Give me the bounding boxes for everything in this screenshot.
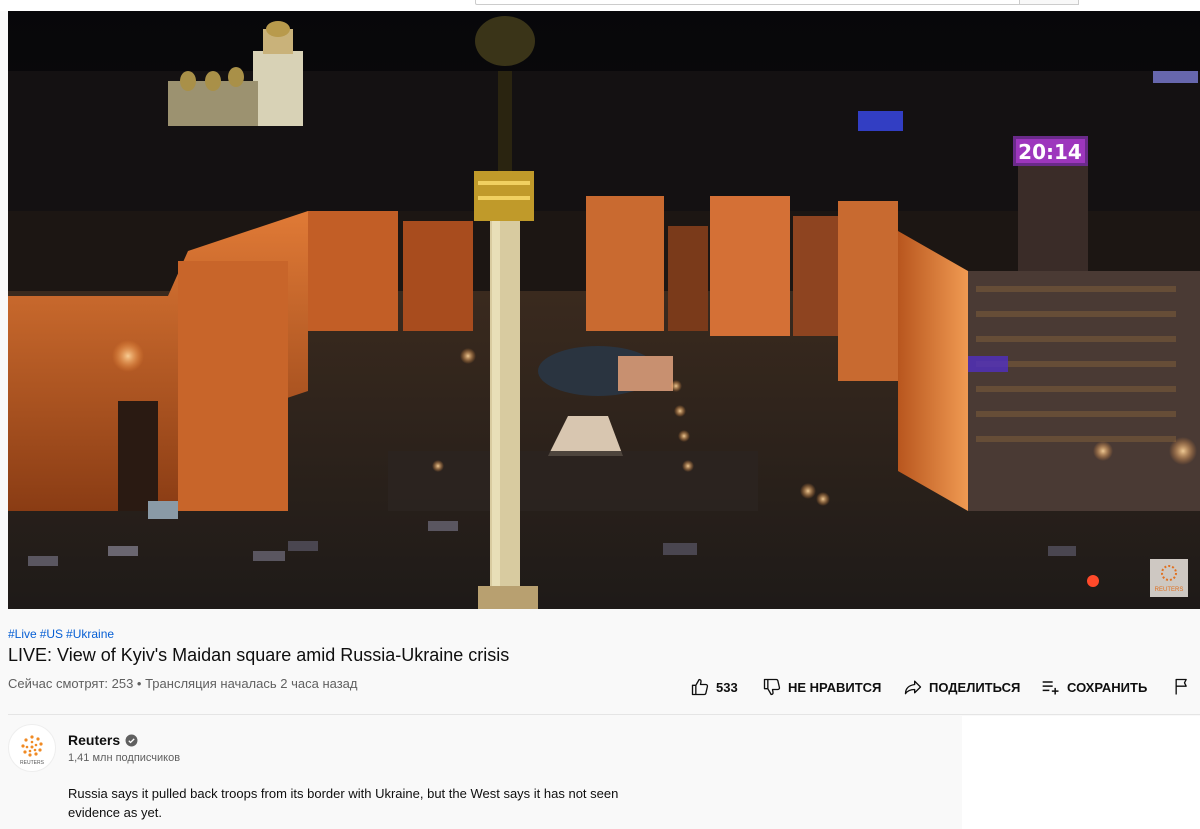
share-arrow-icon: [904, 680, 922, 695]
clock-display: 20:14: [1018, 140, 1082, 164]
video-frame: 20:14 REUTERS: [8, 11, 1200, 609]
hashtag-ukraine[interactable]: #Ukraine: [66, 627, 114, 641]
thumbs-up-icon: [691, 678, 709, 696]
dislike-label: НЕ НРАВИТСЯ: [788, 679, 882, 695]
channel-avatar[interactable]: REUTERS: [8, 724, 56, 772]
share-label: ПОДЕЛИТЬСЯ: [929, 679, 1021, 695]
save-button[interactable]: СОХРАНИТЬ: [1041, 676, 1147, 698]
flag-icon: [1175, 678, 1187, 695]
video-description: Russia says it pulled back troops from i…: [68, 786, 619, 820]
hashtag-live[interactable]: #Live: [8, 627, 37, 641]
top-bar: [0, 0, 1200, 11]
add-to-playlist-icon: [1042, 681, 1059, 695]
save-label: СОХРАНИТЬ: [1067, 679, 1148, 695]
dislike-button[interactable]: НЕ НРАВИТСЯ: [762, 676, 881, 698]
video-player[interactable]: 20:14 REUTERS: [8, 11, 1200, 609]
thumbs-down-icon: [763, 678, 781, 696]
channel-name[interactable]: Reuters: [68, 732, 138, 748]
like-count: 533: [716, 679, 738, 695]
like-button[interactable]: 533: [690, 676, 738, 698]
reuters-logo-icon: REUTERS: [20, 735, 45, 766]
verified-icon: [125, 734, 138, 746]
subscriber-count: 1,41 млн подписчиков: [68, 752, 181, 764]
video-title: LIVE: View of Kyiv's Maidan square amid …: [8, 645, 510, 665]
view-info: Сейчас смотрят: 253 • Трансляция началас…: [8, 676, 358, 691]
avatar-text: REUTERS: [20, 760, 45, 766]
report-button[interactable]: [1172, 676, 1198, 698]
share-button[interactable]: ПОДЕЛИТЬСЯ: [903, 676, 1020, 698]
watermark-text: REUTERS: [1155, 587, 1184, 593]
divider: [8, 714, 1200, 715]
channel-name-text: Reuters: [68, 732, 121, 748]
hashtag-us[interactable]: #US: [40, 627, 63, 641]
hashtags: #Live #US #Ukraine: [8, 627, 117, 641]
clock-sign: 20:14: [1013, 136, 1088, 166]
side-panel: [962, 716, 1200, 829]
search-button[interactable]: [1019, 0, 1079, 5]
search-input[interactable]: [475, 0, 1021, 5]
